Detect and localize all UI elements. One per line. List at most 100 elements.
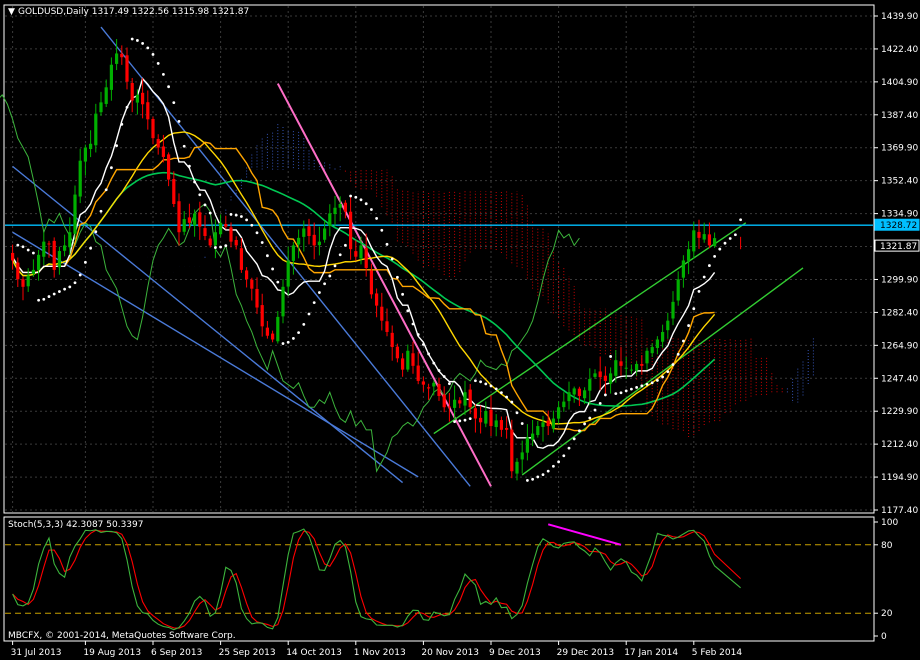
candle-body (458, 400, 462, 404)
candle-body (213, 232, 217, 246)
sar-dot (370, 208, 373, 211)
time-tick-label: 25 Sep 2013 (219, 648, 276, 658)
sar-dot (255, 231, 259, 235)
sar-dot (84, 260, 87, 264)
sar-dot (312, 301, 316, 304)
sar-dot (151, 53, 155, 56)
sar-dot (671, 363, 675, 366)
candle-body (11, 252, 15, 261)
chart-header-text: GOLDUSD,Daily 1317.49 1322.56 1315.98 13… (18, 7, 249, 17)
candle-body (83, 147, 87, 162)
gold-daily-chart[interactable]: 1439.90 1422.40 1404.90 1387.40 1369.90 1352.… (0, 0, 920, 660)
sar-dot (52, 292, 56, 296)
price-tick-label: 1212.40 (881, 440, 918, 450)
candle-body (177, 201, 181, 233)
sar-dot (406, 309, 410, 313)
candle-body (349, 211, 353, 250)
candle-body (494, 420, 498, 428)
candle-body (26, 275, 30, 287)
sar-dot (718, 247, 722, 251)
sar-dot (349, 194, 352, 198)
sar-dot (708, 264, 711, 267)
sar-dot (645, 382, 649, 386)
candle-body (109, 64, 113, 90)
candle-body (255, 288, 259, 308)
sar-dot (432, 361, 436, 365)
candle-body (57, 251, 61, 268)
sar-dot (494, 387, 498, 391)
candle-body (473, 408, 477, 419)
candle-body (395, 346, 399, 359)
time-tick-label: 1 Nov 2013 (354, 648, 406, 658)
sar-dot (73, 281, 77, 285)
candle-body (182, 219, 186, 232)
sar-dot (588, 416, 592, 420)
time-tick-label: 9 Dec 2013 (489, 648, 541, 658)
candle-body (193, 213, 197, 226)
candle-body (629, 369, 633, 371)
candle-body (21, 279, 25, 287)
candle-body (551, 418, 555, 429)
candle-body (291, 245, 295, 261)
sar-dot (723, 241, 727, 245)
candle-body (333, 207, 337, 215)
sar-dot (619, 391, 623, 395)
candle-body (484, 411, 488, 424)
sar-dot (614, 392, 618, 396)
sar-dot (328, 274, 332, 278)
candle-body (499, 420, 503, 430)
price-tick-label: 1229.90 (881, 407, 918, 417)
candle-body (614, 360, 618, 376)
candle-body (375, 293, 379, 306)
sar-dot (557, 460, 560, 464)
candle-body (167, 154, 171, 180)
candle-body (442, 394, 446, 408)
price-tick-label: 1439.90 (881, 12, 918, 22)
sar-dot (546, 469, 550, 473)
sar-dot (307, 312, 311, 316)
candle-body (271, 333, 275, 340)
candle-body (78, 160, 82, 197)
sar-dot (463, 418, 467, 422)
price-tick-label: 1177.40 (881, 506, 918, 516)
sar-dot (552, 464, 555, 468)
chart-header: ▼ GOLDUSD,Daily 1317.49 1322.56 1315.98 … (8, 7, 249, 17)
sar-dot (68, 285, 72, 289)
sar-dot (468, 417, 472, 421)
candle-body (297, 237, 301, 245)
candle-body (146, 102, 150, 120)
price-tick-label: 1404.90 (881, 78, 918, 88)
candle-body (520, 452, 524, 460)
candle-body (369, 270, 373, 295)
candle-body (609, 373, 613, 384)
sar-dot (344, 243, 347, 247)
candle-body (557, 407, 561, 419)
sar-dot (58, 290, 61, 293)
sar-dot (604, 393, 607, 397)
candle-body (307, 226, 311, 236)
candle-body (68, 232, 72, 248)
sar-dot (89, 246, 92, 250)
candle-body (115, 53, 119, 64)
sar-dot (624, 389, 628, 393)
sar-dot (713, 255, 716, 258)
sar-dot (598, 401, 602, 405)
candle-body (541, 422, 545, 427)
candle-body (546, 420, 550, 427)
candle-body (390, 332, 394, 348)
stoch-tick-label: 80 (881, 541, 893, 551)
sar-dot (338, 253, 342, 257)
sar-dot (593, 408, 597, 412)
candle-body (317, 241, 321, 246)
stochastic-panel[interactable] (3, 516, 875, 642)
sar-dot (390, 257, 394, 261)
sar-dot (609, 355, 612, 358)
sar-dot (276, 280, 280, 284)
sar-dot (245, 218, 249, 222)
header-triangle-icon[interactable]: ▼ (8, 7, 15, 17)
sar-dot (125, 105, 129, 109)
price-panel[interactable] (3, 4, 875, 514)
candle-body (479, 417, 483, 423)
candle-body (135, 94, 139, 103)
sar-dot (380, 228, 384, 232)
